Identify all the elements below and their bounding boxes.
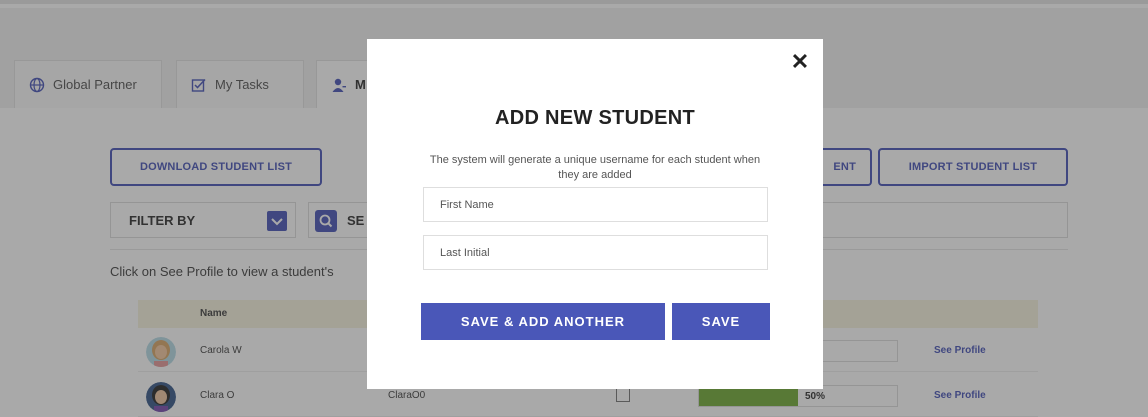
add-student-modal: ✕ ADD NEW STUDENT The system will genera…	[367, 39, 823, 389]
close-icon[interactable]: ✕	[789, 51, 811, 73]
modal-title: ADD NEW STUDENT	[494, 107, 696, 129]
save-button[interactable]: SAVE	[672, 303, 770, 340]
last-initial-field[interactable]	[423, 235, 768, 270]
modal-description: The system will generate a unique userna…	[429, 154, 761, 181]
save-and-add-another-button[interactable]: SAVE & ADD ANOTHER	[421, 303, 665, 340]
first-name-field[interactable]	[423, 187, 768, 222]
